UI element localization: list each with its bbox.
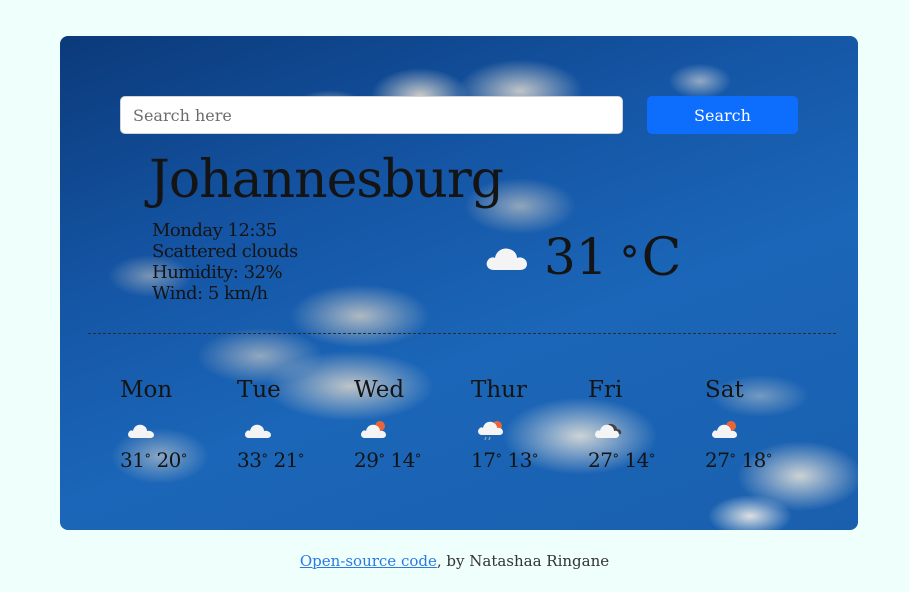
degree-symbol: ° [765, 452, 773, 467]
city-name: Johannesburg [149, 150, 504, 210]
search-button[interactable]: Search [647, 96, 798, 134]
forecast-day: Thur 17° 13° [471, 376, 571, 472]
degree-symbol: ° [729, 452, 736, 467]
cloud-icon [245, 424, 271, 438]
forecast-max: 31 [120, 448, 145, 472]
degree-symbol: ° [612, 452, 619, 467]
forecast-temps: 33° 21° [237, 448, 337, 472]
forecast-max: 33 [237, 448, 262, 472]
current-description: Scattered clouds [152, 241, 298, 262]
forecast-min: 18 [741, 448, 766, 472]
forecast-max: 27 [588, 448, 613, 472]
temperature-value: 31 [544, 228, 608, 286]
forecast-day-name: Thur [471, 377, 527, 403]
forecast-day: Mon 31° 20° [120, 376, 220, 472]
source-code-link[interactable]: Open-source code [300, 552, 437, 570]
unit-letter: C [641, 228, 682, 288]
dark-cloud-icon [595, 423, 622, 438]
forecast-temps: 27° 18° [705, 448, 805, 472]
forecast-temps: 17° 13° [471, 448, 571, 472]
forecast-temps: 29° 14° [354, 448, 454, 472]
current-humidity: Humidity: 32% [152, 262, 283, 283]
forecast-max: 17 [471, 448, 496, 472]
forecast-day: Tue 33° 21° [237, 376, 337, 472]
search-input[interactable] [120, 96, 623, 134]
forecast-day-name: Wed [354, 377, 405, 403]
current-details: Monday 12:35 Scattered clouds Humidity: … [152, 220, 298, 304]
degree-symbol: ° [144, 452, 151, 467]
current-temperature: 31 °C [544, 232, 681, 284]
forecast-min: 20 [156, 448, 181, 472]
divider [88, 333, 836, 334]
forecast-day-name: Sat [705, 377, 744, 403]
cloud-icon [486, 248, 527, 270]
partly-cloudy-icon [712, 421, 737, 438]
forecast-day: Sat 27° 18° [705, 376, 805, 472]
forecast-temps: 27° 14° [588, 448, 688, 472]
footer: Open-source code, by Natashaa Ringane [0, 552, 909, 570]
partly-cloudy-icon [361, 421, 386, 438]
forecast-day-name: Tue [237, 377, 281, 403]
degree-symbol: ° [495, 452, 502, 467]
degree-symbol: ° [297, 452, 305, 467]
cloud-icon [128, 424, 154, 438]
footer-credit: , by Natashaa Ringane [436, 552, 610, 570]
forecast-day-name: Mon [120, 377, 173, 403]
forecast-min: 14 [624, 448, 649, 472]
forecast-max: 27 [705, 448, 730, 472]
forecast-max: 29 [354, 448, 379, 472]
degree-symbol: ° [648, 452, 656, 467]
rain-cloud-icon [478, 421, 503, 440]
current-datetime: Monday 12:35 [152, 220, 277, 241]
forecast-min: 14 [390, 448, 415, 472]
forecast-day: Fri 27° 14° [588, 376, 688, 472]
forecast-min: 13 [507, 448, 532, 472]
temperature-unit: °C [620, 232, 682, 284]
degree-symbol: ° [378, 452, 385, 467]
degree-symbol: ° [180, 452, 188, 467]
degree-symbol: ° [531, 452, 539, 467]
weather-card: Search Johannesburg Monday 12:35 Scatter… [60, 36, 858, 530]
degree-symbol: ° [619, 239, 640, 285]
forecast-min: 21 [273, 448, 298, 472]
degree-symbol: ° [261, 452, 268, 467]
forecast-day-name: Fri [588, 377, 623, 403]
degree-symbol: ° [414, 452, 422, 467]
forecast-day: Wed 29° 14° [354, 376, 454, 472]
forecast-temps: 31° 20° [120, 448, 220, 472]
current-wind: Wind: 5 km/h [152, 283, 268, 304]
